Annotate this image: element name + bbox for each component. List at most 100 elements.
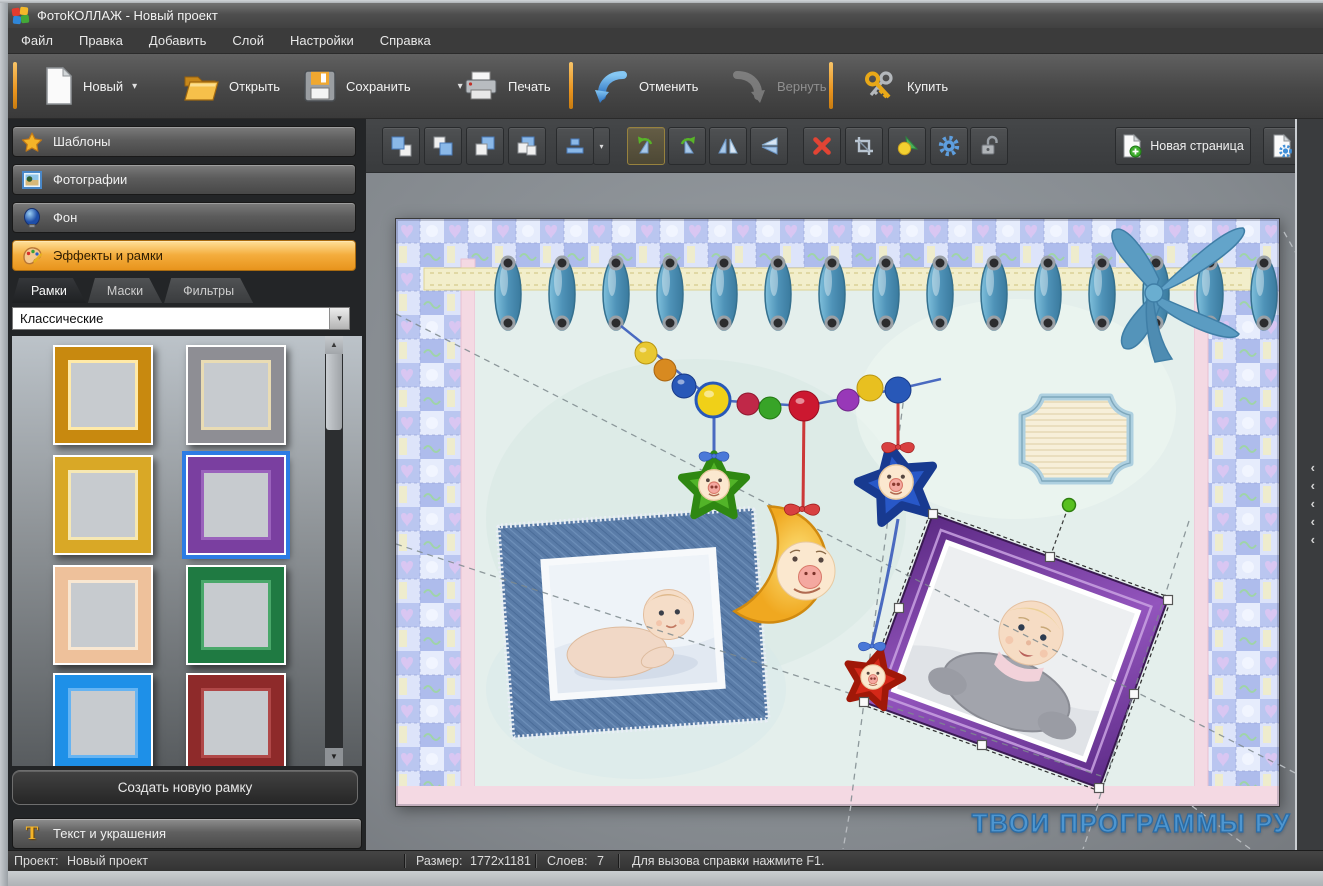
menu-item[interactable]: Добавить bbox=[136, 29, 219, 52]
flip-vertical-button[interactable] bbox=[750, 127, 788, 165]
rotate-left-button[interactable] bbox=[627, 127, 665, 165]
align-button[interactable] bbox=[556, 127, 594, 165]
frame-category-value: Классические bbox=[20, 311, 104, 326]
chevron-left-icon[interactable]: ‹ bbox=[1311, 479, 1315, 492]
status-project-label: Проект: bbox=[14, 854, 59, 868]
scroll-down-icon[interactable]: ▼ bbox=[325, 748, 343, 766]
menu-item[interactable]: Настройки bbox=[277, 29, 367, 52]
text-decor-button[interactable]: T Текст и украшения bbox=[12, 818, 362, 849]
frame-preview bbox=[55, 457, 151, 553]
menu-item[interactable]: Справка bbox=[367, 29, 444, 52]
caret-icon[interactable]: ▾ bbox=[458, 81, 463, 92]
menubar: Файл Правка Добавить Слой Настройки Справка bbox=[8, 28, 1323, 54]
app-logo-icon bbox=[11, 6, 30, 25]
denim-photo-frame[interactable] bbox=[495, 506, 771, 740]
new-page-button[interactable]: Новая страница bbox=[1115, 127, 1251, 165]
rotate-handle[interactable] bbox=[1061, 497, 1077, 513]
rotate-right-button[interactable] bbox=[668, 127, 706, 165]
delete-button[interactable] bbox=[803, 127, 841, 165]
canvas-toolbar: ▾ Новая страница bbox=[366, 118, 1323, 173]
status-help-text: Для вызова справки нажмите F1. bbox=[632, 854, 825, 868]
sidebar-item-templates[interactable]: Шаблоны bbox=[12, 126, 356, 157]
caret-icon[interactable]: ▾ bbox=[132, 81, 137, 92]
frame-thumbnail[interactable] bbox=[53, 673, 153, 766]
scrollbar-thumb[interactable] bbox=[326, 354, 342, 430]
print-button[interactable]: Печать bbox=[463, 60, 551, 112]
tab-filters[interactable]: Фильтры bbox=[164, 278, 253, 303]
new-button-label: Новый bbox=[83, 78, 124, 94]
send-to-back-button[interactable] bbox=[508, 127, 546, 165]
open-button[interactable]: Открыть bbox=[182, 60, 280, 112]
frame-thumbnail[interactable] bbox=[53, 345, 153, 445]
sidebar-item-background[interactable]: Фон bbox=[12, 202, 356, 233]
new-page-icon bbox=[1123, 134, 1142, 158]
create-frame-button[interactable]: Создать новую рамку bbox=[12, 770, 358, 805]
scroll-up-icon[interactable]: ▲ bbox=[325, 336, 343, 354]
photocollage-window: ФотоКОЛЛАЖ - Новый проект Файл Правка Доба… bbox=[0, 0, 1323, 886]
frame-preview bbox=[188, 567, 284, 663]
sidebar-item-effects[interactable]: Эффекты и рамки bbox=[12, 240, 356, 271]
frame-preview bbox=[188, 347, 284, 443]
window-frame-bottom bbox=[0, 871, 1323, 886]
open-folder-icon bbox=[184, 76, 219, 101]
chevron-left-icon[interactable]: ‹ bbox=[1311, 461, 1315, 474]
chevron-left-icon[interactable]: ‹ bbox=[1311, 533, 1315, 546]
undo-button-label: Отменить bbox=[639, 78, 699, 94]
send-backward-button[interactable] bbox=[466, 127, 504, 165]
status-layers-label: Слоев: bbox=[547, 854, 588, 868]
bring-to-front-button[interactable] bbox=[382, 127, 420, 165]
flip-horizontal-button[interactable] bbox=[709, 127, 747, 165]
main-toolbar: Новый ▾ Открыть Сохранить ▾ Печать Отмен… bbox=[8, 54, 1323, 119]
frame-thumbnail[interactable] bbox=[186, 565, 286, 665]
keys-icon bbox=[865, 71, 893, 99]
align-dropdown-caret[interactable]: ▾ bbox=[593, 127, 610, 165]
collapsed-panel-strip[interactable]: ‹ ‹ ‹ ‹ ‹ bbox=[1295, 118, 1323, 850]
frame-preview-inner bbox=[68, 688, 138, 758]
thumbnail-scrollbar[interactable]: ▲ ▼ bbox=[325, 336, 343, 766]
baby-photo-left bbox=[548, 554, 718, 694]
tab-masks[interactable]: Маски bbox=[88, 278, 162, 303]
label-plaque[interactable] bbox=[1018, 393, 1134, 485]
lock-button[interactable] bbox=[970, 127, 1008, 165]
frame-thumbnail-list bbox=[12, 336, 362, 766]
new-button[interactable]: Новый ▾ bbox=[44, 60, 137, 112]
palette-icon bbox=[21, 245, 43, 267]
frame-thumbnail[interactable] bbox=[182, 451, 290, 559]
printer-icon bbox=[465, 71, 497, 100]
left-sidebar: Шаблоны Фотографии Фон Эффекты и рамки Р… bbox=[8, 118, 366, 850]
tab-frames[interactable]: Рамки bbox=[12, 278, 86, 303]
crop-button[interactable] bbox=[845, 127, 883, 165]
panel-collapse-chevrons[interactable]: ‹ ‹ ‹ ‹ ‹ bbox=[1311, 461, 1315, 546]
frame-preview-inner bbox=[201, 580, 271, 650]
redo-button[interactable]: Вернуть bbox=[730, 60, 827, 112]
chevron-down-icon[interactable]: ▾ bbox=[329, 308, 349, 329]
frame-thumbnail[interactable] bbox=[53, 455, 153, 555]
menu-item[interactable]: Слой bbox=[219, 29, 277, 52]
new-file-icon bbox=[46, 66, 73, 105]
bring-forward-button[interactable] bbox=[424, 127, 462, 165]
print-button-label: Печать bbox=[508, 78, 551, 94]
frame-preview bbox=[55, 347, 151, 443]
menu-item[interactable]: Правка bbox=[66, 29, 136, 52]
frame-thumbnail[interactable] bbox=[186, 345, 286, 445]
frame-category-select[interactable]: Классические ▾ bbox=[12, 307, 350, 330]
status-separator bbox=[618, 854, 620, 868]
settings-gear-button[interactable] bbox=[930, 127, 968, 165]
frame-preview-inner bbox=[201, 470, 271, 540]
star-icon bbox=[21, 131, 43, 153]
collage-page[interactable] bbox=[395, 218, 1280, 807]
shapes-button[interactable] bbox=[888, 127, 926, 165]
frame-preview-inner bbox=[68, 470, 138, 540]
frame-thumbnail[interactable] bbox=[186, 673, 286, 766]
frame-thumbnail[interactable] bbox=[53, 565, 153, 665]
undo-button[interactable]: Отменить bbox=[592, 60, 698, 112]
sidebar-item-photos[interactable]: Фотографии bbox=[12, 164, 356, 195]
window-title: ФотоКОЛЛАЖ - Новый проект bbox=[37, 8, 218, 23]
menu-item[interactable]: Файл bbox=[8, 29, 66, 52]
undo-arrow-icon bbox=[595, 71, 627, 103]
chevron-left-icon[interactable]: ‹ bbox=[1311, 515, 1315, 528]
buy-button[interactable]: Купить bbox=[862, 60, 948, 112]
frame-preview bbox=[55, 567, 151, 663]
chevron-left-icon[interactable]: ‹ bbox=[1311, 497, 1315, 510]
save-button[interactable]: Сохранить ▾ bbox=[303, 60, 463, 112]
